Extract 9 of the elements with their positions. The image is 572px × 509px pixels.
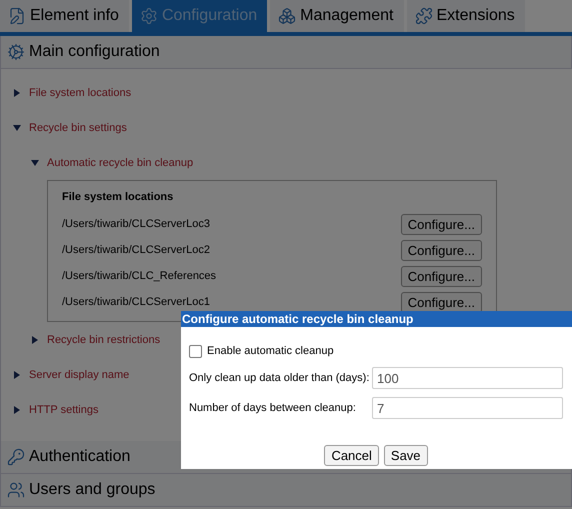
field-label: Only clean up data older than (days): [189,372,370,384]
dialog-title: Configure automatic recycle bin cleanup [181,311,572,327]
location-path: /Users/tiwarib/CLCServerLoc3 [62,218,210,230]
checkbox-label: Enable automatic cleanup [207,345,334,357]
location-path: /Users/tiwarib/CLCServerLoc2 [62,244,210,256]
field-label: Number of days between cleanup: [189,402,357,414]
panel-title: File system locations [62,191,174,203]
location-path: /Users/tiwarib/CLC_References [62,270,216,282]
location-path: /Users/tiwarib/CLCServerLoc1 [62,296,210,308]
